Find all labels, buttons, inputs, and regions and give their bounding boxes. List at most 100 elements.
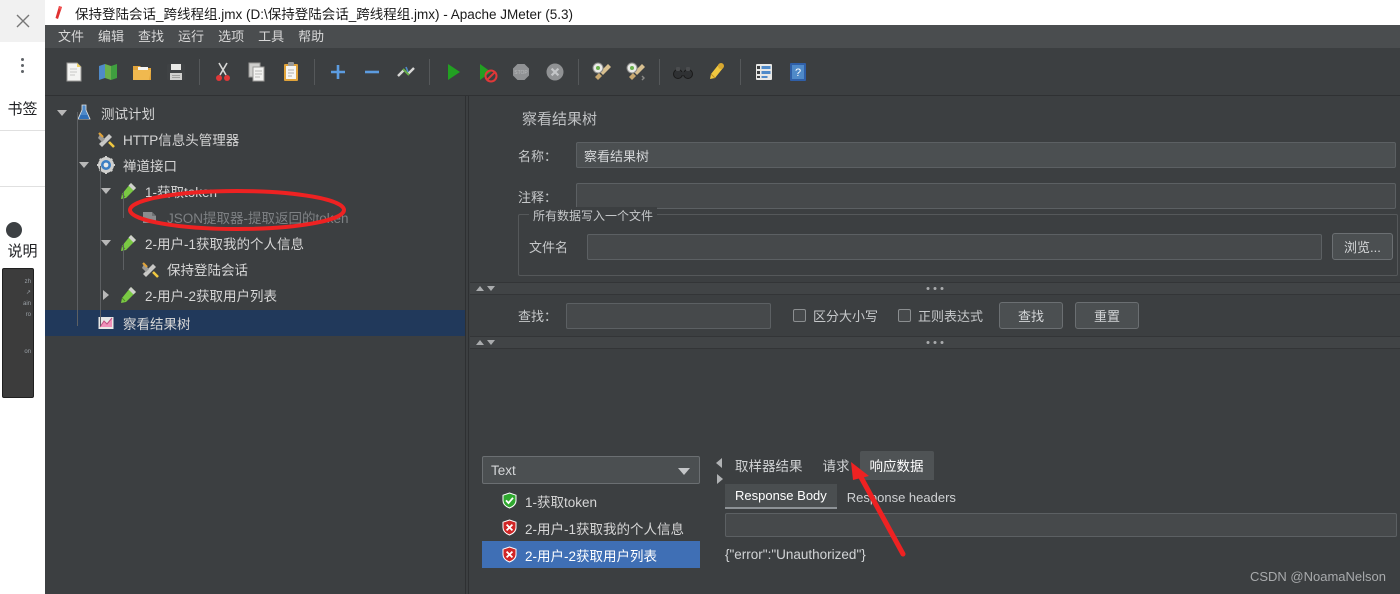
paste-icon[interactable] [274,55,308,89]
browse-button[interactable]: 浏览... [1332,233,1393,260]
expand-all-icon[interactable] [321,55,355,89]
menu-tools[interactable]: 工具 [251,27,291,47]
subtab-response-body[interactable]: Response Body [725,484,837,509]
menu-run[interactable]: 运行 [171,27,211,47]
tree-spacer [117,204,139,230]
result-item-1[interactable]: 1-获取token [482,487,700,514]
tree-label: 察看结果树 [123,313,191,333]
search-label: 查找： [518,306,566,325]
chevron-down-icon[interactable] [95,230,117,256]
tree-node-http-header-manager[interactable]: HTTP信息头管理器 [45,126,465,152]
search-icon[interactable] [666,55,700,89]
tree-guide [77,112,78,326]
menu-options[interactable]: 选项 [211,27,251,47]
splitter-grip[interactable] [927,341,944,344]
stop-icon[interactable]: STOP [504,55,538,89]
splitter-arrows[interactable] [476,286,495,291]
result-tabs[interactable]: 取样器结果 请求 响应数据 [725,452,1400,480]
menu-help[interactable]: 帮助 [291,27,331,47]
search-input[interactable] [566,303,771,329]
result-item-label: 2-用户-1获取我的个人信息 [525,518,684,538]
sampler-result-list[interactable]: 1-获取token 2-用户-1获取我的个人信息 [482,487,700,568]
case-sensitive-label[interactable]: 区分大小写 [813,306,878,325]
open-icon[interactable] [125,55,159,89]
renderer-select[interactable]: Text [482,456,700,484]
test-plan-tree[interactable]: 测试计划 HTTP信息头管理器 [45,96,465,594]
clear-icon[interactable] [585,55,619,89]
start-icon[interactable] [436,55,470,89]
toolbar-separator [429,59,430,85]
help-label[interactable]: 说明 [0,242,45,262]
chevron-left-icon[interactable] [716,458,722,468]
results-inner-splitter[interactable] [715,454,724,594]
subtab-response-headers[interactable]: Response headers [837,486,966,509]
thread-group-icon [95,154,117,176]
horizontal-splitter-top[interactable] [470,282,1400,295]
tree-node-thread-group[interactable]: 禅道接口 [45,152,465,178]
tree-node-sampler-1[interactable]: 1-获取token [45,178,465,204]
close-icon[interactable] [0,0,45,42]
comment-input[interactable] [576,183,1396,209]
result-item-label: 1-获取token [525,491,597,511]
response-search-field[interactable] [725,513,1397,537]
response-subtabs[interactable]: Response Body Response headers [725,483,1400,509]
tooltip-line: ain [5,299,31,310]
function-helper-icon[interactable] [747,55,781,89]
search-reset-icon[interactable] [700,55,734,89]
save-icon[interactable] [159,55,193,89]
bookmarks-label[interactable]: 书签 [0,100,45,120]
result-item-3[interactable]: 2-用户-2获取用户列表 [482,541,700,568]
collapse-all-icon[interactable] [355,55,389,89]
tree-node-test-plan[interactable]: 测试计划 [45,100,465,126]
filename-input[interactable] [587,234,1322,260]
tree-label: JSON提取器-提取返回的token [167,207,349,227]
tab-sampler-result[interactable]: 取样器结果 [725,451,813,480]
toggle-icon[interactable] [389,55,423,89]
case-sensitive-checkbox[interactable] [793,309,806,322]
toolbar-separator [199,59,200,85]
menu-search[interactable]: 查找 [131,27,171,47]
tree-node-sampler-3[interactable]: 2-用户-2获取用户列表 [45,282,465,308]
tree-node-view-results-tree[interactable]: 察看结果树 [45,310,465,336]
templates-icon[interactable] [91,55,125,89]
tree-label: 2-用户-2获取用户列表 [145,285,277,305]
chevron-down-icon[interactable] [51,100,73,126]
menu-edit[interactable]: 编辑 [91,27,131,47]
avatar[interactable] [6,222,22,238]
tree-label: 测试计划 [101,103,155,123]
chevron-down-icon[interactable] [95,178,117,204]
shutdown-icon[interactable] [538,55,572,89]
start-no-pauses-icon[interactable] [470,55,504,89]
tree-node-json-extractor[interactable]: JSON提取器-提取返回的token [45,204,465,230]
result-item-2[interactable]: 2-用户-1获取我的个人信息 [482,514,700,541]
clear-all-icon[interactable] [619,55,653,89]
tree-node-sampler-2[interactable]: 2-用户-1获取我的个人信息 [45,230,465,256]
name-input[interactable]: 察看结果树 [576,142,1396,168]
copy-icon[interactable] [240,55,274,89]
kebab-menu-icon[interactable] [0,48,45,82]
reset-button[interactable]: 重置 [1075,302,1139,329]
new-icon[interactable] [57,55,91,89]
regex-label[interactable]: 正则表达式 [918,306,983,325]
tooltip-line: zh [5,277,31,288]
vertical-splitter[interactable] [465,96,469,594]
splitter-arrows[interactable] [476,340,495,345]
menu-file[interactable]: 文件 [51,27,91,47]
horizontal-splitter-bottom[interactable] [470,336,1400,349]
renderer-selected-value: Text [491,463,516,478]
cut-icon[interactable] [206,55,240,89]
chevron-right-icon[interactable] [95,282,117,308]
chevron-down-icon[interactable] [678,468,690,475]
splitter-grip[interactable] [927,287,944,290]
tooltip-line: ↗ [5,288,31,299]
tab-response-data[interactable]: 响应数据 [860,451,934,480]
help-icon[interactable]: ? [781,55,815,89]
toolbar-separator [314,59,315,85]
search-button[interactable]: 查找 [999,302,1063,329]
chevron-right-icon[interactable] [717,474,723,484]
tree-node-cookie-manager[interactable]: 保持登陆会话 [45,256,465,282]
svg-text:STOP: STOP [514,70,528,76]
regex-checkbox[interactable] [898,309,911,322]
error-status-icon [500,546,518,564]
tab-request[interactable]: 请求 [813,451,860,480]
